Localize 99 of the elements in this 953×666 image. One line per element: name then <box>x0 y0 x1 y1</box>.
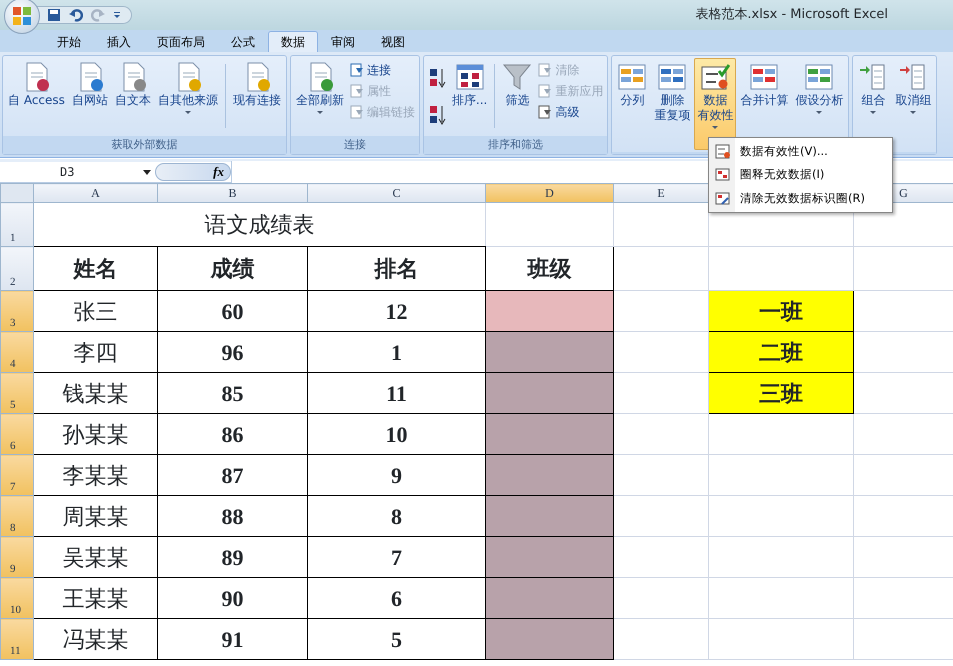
ribbon-tab[interactable]: 开始 <box>44 31 94 52</box>
table-cell: 周某某 <box>34 496 158 536</box>
table-cell: 1 <box>308 332 486 372</box>
app-menu-button[interactable] <box>4 0 40 34</box>
column-heading: 成绩 <box>158 246 308 290</box>
table-cell: 90 <box>158 578 308 618</box>
column-header[interactable]: E <box>614 184 708 202</box>
row-header[interactable]: 10 <box>0 578 34 618</box>
group-label: 连接 <box>290 136 419 154</box>
table-cell: 87 <box>158 454 308 496</box>
row-header[interactable]: 9 <box>0 536 34 578</box>
function-button[interactable]: fx <box>155 163 231 181</box>
save-button[interactable] <box>45 8 63 22</box>
selected-cell[interactable] <box>486 618 614 660</box>
table-cell: 李四 <box>34 332 158 372</box>
selected-cell[interactable] <box>486 372 614 414</box>
row-header[interactable]: 7 <box>0 454 34 496</box>
ribbon-tab[interactable]: 审阅 <box>318 31 368 52</box>
column-header[interactable]: B <box>158 184 308 202</box>
ribbon-button[interactable]: 自文本 <box>112 58 154 134</box>
ribbon-button[interactable]: 自 Access <box>5 58 68 134</box>
table-cell: 88 <box>158 496 308 536</box>
selected-cell[interactable] <box>486 578 614 618</box>
ribbon-button[interactable]: 取消组 <box>892 58 934 150</box>
customize-button[interactable] <box>111 11 123 19</box>
group-label: 获取外部数据 <box>3 136 286 154</box>
ribbon-button[interactable]: 全部刷新 <box>292 58 347 134</box>
table-cell: 96 <box>158 332 308 372</box>
validation-icon <box>715 167 730 182</box>
selected-cell[interactable] <box>486 496 614 536</box>
table-cell: 王某某 <box>34 578 158 618</box>
undo-button[interactable] <box>67 8 85 22</box>
selected-cell[interactable] <box>486 290 614 332</box>
name-box-value: D3 <box>60 164 74 181</box>
column-header[interactable]: A <box>34 184 158 202</box>
selected-cell[interactable] <box>486 332 614 372</box>
column-header[interactable]: C <box>308 184 486 202</box>
menu-item[interactable]: 圈释无效数据(I) <box>709 163 892 186</box>
row-header[interactable]: 2 <box>0 246 34 290</box>
row-header[interactable]: 8 <box>0 496 34 536</box>
row-header[interactable]: 4 <box>0 332 34 372</box>
table-cell: 钱某某 <box>34 372 158 414</box>
row-header[interactable]: 5 <box>0 372 34 414</box>
sheet-title: 语文成绩表 <box>34 202 486 246</box>
column-heading: 姓名 <box>34 246 158 290</box>
selected-cell[interactable] <box>486 414 614 454</box>
table-cell: 10 <box>308 414 486 454</box>
undo-icon <box>69 8 83 22</box>
table-cell: 60 <box>158 290 308 332</box>
table-cell: 李某某 <box>34 454 158 496</box>
table-cell: 张三 <box>34 290 158 332</box>
caret-icon <box>143 170 151 174</box>
ribbon-tab[interactable]: 数据 <box>268 31 318 52</box>
table-cell: 7 <box>308 536 486 578</box>
logo-icon <box>12 6 32 26</box>
table-cell: 11 <box>308 372 486 414</box>
ribbon-small-button[interactable]: 连接 <box>348 60 417 80</box>
row-header[interactable]: 3 <box>0 290 34 332</box>
table-cell: 6 <box>308 578 486 618</box>
ribbon-button[interactable]: 筛选 <box>499 58 536 134</box>
validation-icon <box>715 190 730 206</box>
ribbon-tab[interactable]: 插入 <box>94 31 144 52</box>
table-cell: 冯某某 <box>34 618 158 660</box>
ribbon-button[interactable]: 分列 <box>614 58 650 150</box>
ribbon-tab[interactable]: 公式 <box>218 31 268 52</box>
window-title: 表格范本.xlsx - Microsoft Excel <box>695 6 888 24</box>
group-label: 排序和筛选 <box>424 136 608 154</box>
ribbon-tab[interactable]: 视图 <box>368 31 418 52</box>
row-header[interactable]: 11 <box>0 618 34 660</box>
table-cell: 三班 <box>708 372 854 414</box>
table-cell: 一班 <box>708 290 854 332</box>
table-cell: 12 <box>308 290 486 332</box>
table-cell: 二班 <box>708 332 854 372</box>
selected-cell[interactable] <box>486 536 614 578</box>
table-cell: 吴某某 <box>34 536 158 578</box>
ribbon-small-button[interactable]: 高级 <box>536 102 606 122</box>
ribbon-button[interactable]: 自网站 <box>68 58 111 134</box>
table-cell: 89 <box>158 536 308 578</box>
table-cell: 86 <box>158 414 308 454</box>
row-header[interactable]: 6 <box>0 414 34 454</box>
validation-icon <box>715 144 730 160</box>
ribbon-button[interactable]: 数据 有效性 <box>694 58 736 150</box>
selected-cell[interactable] <box>486 454 614 496</box>
table-cell: 9 <box>308 454 486 496</box>
save-icon <box>47 8 61 22</box>
ribbon-tab[interactable]: 页面布局 <box>144 31 218 52</box>
row-header[interactable]: 1 <box>0 202 34 246</box>
ribbon-button[interactable]: 自其他来源 <box>154 58 221 134</box>
table-cell: 5 <box>308 618 486 660</box>
ribbon-button[interactable]: 删除 重复项 <box>651 58 694 150</box>
ribbon-button[interactable]: 排序... <box>448 58 490 134</box>
table-cell: 8 <box>308 496 486 536</box>
table-cell: 91 <box>158 618 308 660</box>
table-cell: 85 <box>158 372 308 414</box>
table-cell: 孙某某 <box>34 414 158 454</box>
ribbon-button[interactable]: 现有连接 <box>230 58 284 134</box>
column-header[interactable]: D <box>486 184 614 202</box>
column-heading: 排名 <box>308 246 486 290</box>
caret-icon <box>113 11 121 19</box>
